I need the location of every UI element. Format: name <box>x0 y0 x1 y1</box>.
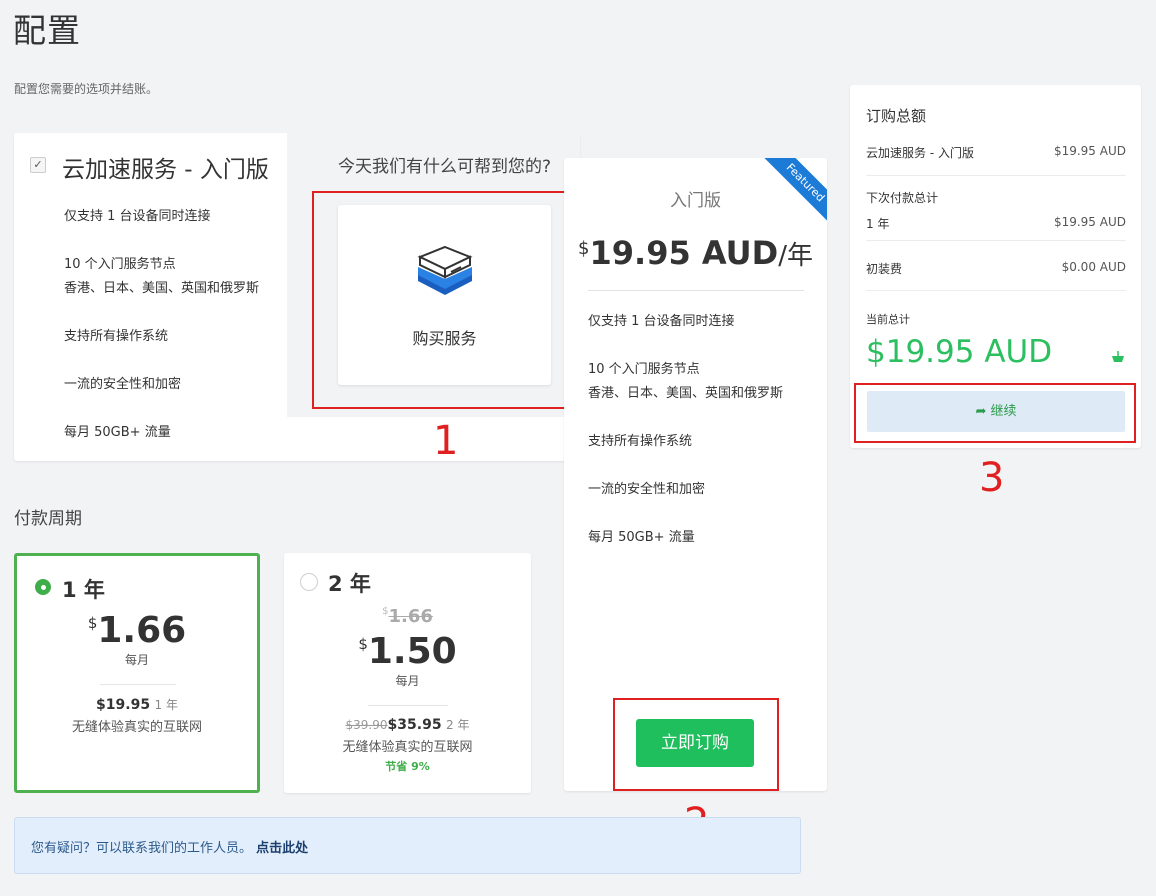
price-value: 1.66 <box>97 610 187 651</box>
total-term: 2 年 <box>446 718 470 732</box>
help-bar-message: 您有疑问？可以联系我们的工作人员。 <box>31 841 253 856</box>
order-summary-title: 订购总额 <box>866 107 927 125</box>
summary-setup-value: $0.00 AUD <box>1061 260 1126 274</box>
help-bar: 您有疑问？可以联系我们的工作人员。 点击此处 <box>14 817 801 874</box>
old-price-value: 1.66 <box>388 606 433 627</box>
billing-total: $39.90$35.95 2 年 <box>284 716 531 733</box>
billing-total: $19.95 1 年 <box>17 696 257 713</box>
summary-next-payment-label: 下次付款总计 <box>866 191 939 205</box>
annotation-number-3: 3 <box>979 455 1005 501</box>
old-total: $39.90 <box>345 718 388 732</box>
summary-current-total-label: 当前总计 <box>866 313 910 326</box>
annotation-box-3 <box>854 383 1136 443</box>
divider <box>866 290 1126 291</box>
plan-period: /年 <box>778 241 813 271</box>
plan-feature: 香港、日本、美国、英国和俄罗斯 <box>588 386 784 401</box>
billing-option-1-year[interactable]: 1 年 $1.66 每月 $19.95 1 年 无缝体验真实的互联网 <box>14 553 260 793</box>
billing-cycle-title: 付款周期 <box>14 509 82 529</box>
billing-option-price: $1.50 <box>284 631 531 672</box>
summary-product-line: 云加速服务 - 入门版 $19.95 AUD <box>866 144 1126 161</box>
total-amount: $35.95 <box>387 717 442 733</box>
contact-link[interactable]: 点击此处 <box>256 841 308 856</box>
radio-unselected[interactable] <box>300 573 318 591</box>
page-title: 配置 <box>13 11 81 50</box>
billing-option-2-year[interactable]: 2 年 $1.66 $1.50 每月 $39.90$35.95 2 年 无缝体验… <box>284 553 531 793</box>
total-amount: $19.95 <box>96 697 151 713</box>
summary-total-amount: $19.95 AUD <box>866 334 1053 370</box>
billing-option-label: 2 年 <box>328 572 371 596</box>
summary-setup-label: 初装费 <box>866 262 903 276</box>
billing-tagline: 无缝体验真实的互联网 <box>71 720 202 735</box>
radio-selected[interactable] <box>35 579 51 595</box>
product-feature: 一流的安全性和加密 <box>64 377 182 392</box>
billing-option-price: $1.66 <box>17 610 257 651</box>
plan-divider <box>588 290 804 291</box>
summary-product-value: $19.95 AUD <box>1053 144 1126 158</box>
price-unit: 每月 <box>395 674 420 688</box>
plan-feature: 仅支持 1 台设备同时连接 <box>588 314 735 329</box>
product-feature: 支持所有操作系统 <box>64 329 169 344</box>
annotation-box-2 <box>613 698 779 791</box>
currency-symbol: $ <box>358 635 368 653</box>
page-subtitle: 配置您需要的选项并结账。 <box>14 82 159 96</box>
summary-product-label: 云加速服务 - 入门版 <box>866 146 974 160</box>
basket-icon <box>1112 351 1124 362</box>
summary-term-line: 1 年 $19.95 AUD <box>866 215 1126 232</box>
price-value: 1.50 <box>367 631 457 672</box>
plan-currency: $ <box>578 238 590 259</box>
divider <box>866 175 1126 176</box>
billing-option-label: 1 年 <box>62 578 105 602</box>
summary-setup-line: 初装费 $0.00 AUD <box>866 260 1126 277</box>
product-feature: 香港、日本、美国、英国和俄罗斯 <box>64 281 260 296</box>
plan-feature: 10 个入门服务节点 <box>588 362 700 377</box>
product-feature: 仅支持 1 台设备同时连接 <box>64 209 211 224</box>
product-feature: 每月 50GB+ 流量 <box>64 425 171 440</box>
plan-price: $19.95 AUD/年 <box>564 234 827 272</box>
product-name: 云加速服务 - 入门版 <box>62 157 269 183</box>
plan-feature: 支持所有操作系统 <box>588 434 693 449</box>
plan-price-value: 19.95 AUD <box>589 234 779 272</box>
help-popup-title: 今天我们有什么可帮到您的? <box>338 157 552 177</box>
annotation-box-1 <box>312 191 567 409</box>
old-price: $1.66 <box>284 606 531 627</box>
annotation-number-1: 1 <box>433 418 459 464</box>
help-bar-text: 您有疑问？可以联系我们的工作人员。 点击此处 <box>31 837 308 856</box>
total-term: 1 年 <box>154 698 178 712</box>
currency-symbol: $ <box>87 614 98 632</box>
divider <box>866 240 1126 241</box>
product-feature: 10 个入门服务节点 <box>64 257 176 272</box>
divider <box>100 684 176 685</box>
savings-badge: 节省 9% <box>385 760 430 773</box>
divider <box>368 705 448 706</box>
plan-name: 入门版 <box>670 191 721 211</box>
summary-term-value: $19.95 AUD <box>1053 215 1126 229</box>
plan-feature: 每月 50GB+ 流量 <box>588 530 695 545</box>
product-checkbox[interactable]: ✓ <box>30 157 46 173</box>
plan-feature: 一流的安全性和加密 <box>588 482 706 497</box>
summary-term-label: 1 年 <box>866 217 890 231</box>
price-unit: 每月 <box>124 653 149 667</box>
billing-tagline: 无缝体验真实的互联网 <box>342 740 473 755</box>
